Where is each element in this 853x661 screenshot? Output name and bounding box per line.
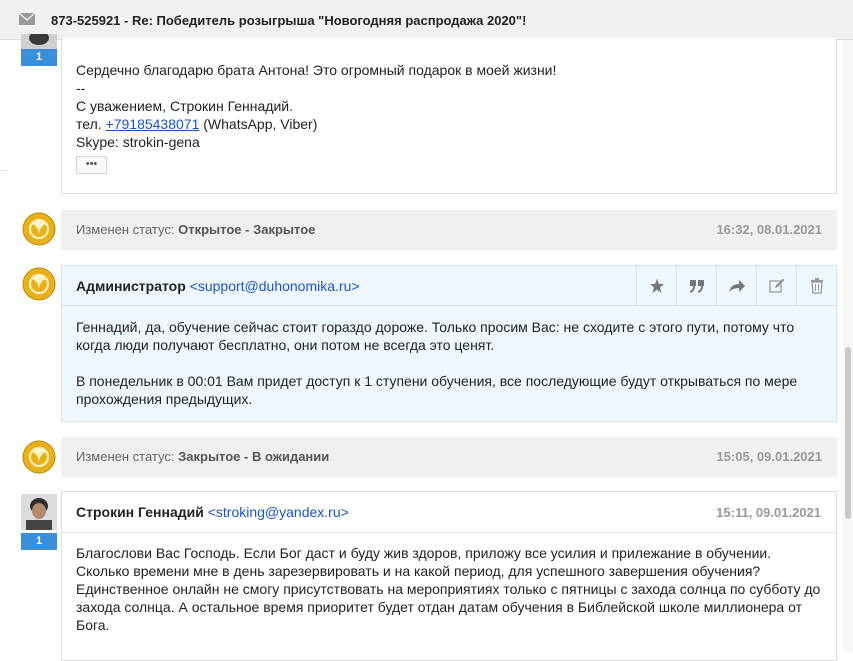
company-logo-icon [22,440,56,474]
message-toolbar [636,266,836,305]
message-line: -- [76,80,86,96]
message-body: Сердечно благодарю брата Антона! Это огр… [76,61,816,151]
message-count-badge: 1 [21,49,57,66]
message-line: Сердечно благодарю брата Антона! Это огр… [76,62,557,78]
message-header: Администратор <support@duhonomika.ru> [62,266,836,306]
message-header: Строкин Геннадий <stroking@yandex.ru> 15… [62,492,836,533]
message-author: Администратор <support@duhonomika.ru> [76,278,360,294]
forward-icon [728,279,745,292]
status-change-row: Изменен статус: Закрытое - В ожидании 15… [61,437,837,477]
status-label: Изменен статус: Открытое - Закрытое [76,222,316,237]
message-time: 15:11, 09.01.2021 [716,505,821,520]
message-count-badge: 1 [21,533,57,550]
avatar [21,34,57,49]
quote-icon [689,279,704,293]
message-author: Строкин Геннадий <stroking@yandex.ru> [76,504,349,520]
message-line: С уважением, Строкин Геннадий. [76,98,293,114]
status-value: Закрытое - В ожидании [178,449,330,464]
divider [0,170,8,171]
ticket-header: 873-525921 - Re: Победитель розыгрыша "Н… [0,0,853,40]
envelope-icon [19,13,35,25]
message-paragraph: В понедельник в 00:01 Вам придет доступ … [76,373,798,407]
company-logo-icon [22,267,56,301]
star-icon [649,278,664,293]
show-quoted-button[interactable]: ••• [76,156,107,174]
message-body: Благослови Вас Господь. Если Бог даст и … [76,545,821,633]
forward-button[interactable] [716,266,756,305]
delete-button[interactable] [796,266,836,305]
edit-icon [768,278,784,293]
favorite-button[interactable] [636,266,676,305]
author-email[interactable]: <stroking@yandex.ru> [208,504,349,520]
edit-button[interactable] [756,266,796,305]
phone-link[interactable]: +79185438071 [106,116,200,132]
trash-icon [810,277,823,294]
phone-line: тел. +79185438071 (WhatsApp, Viber) [76,115,816,133]
status-time: 16:32, 08.01.2021 [716,222,822,237]
message-body: Геннадий, да, обучение сейчас стоит гора… [76,318,824,408]
message-card: Сердечно благодарю брата Антона! Это огр… [61,38,837,194]
author-email[interactable]: <support@duhonomika.ru> [190,278,360,294]
status-change-row: Изменен статус: Открытое - Закрытое 16:3… [61,210,837,250]
status-label: Изменен статус: Закрытое - В ожидании [76,449,330,464]
message-card: Строкин Геннадий <stroking@yandex.ru> 15… [61,491,837,661]
status-time: 15:05, 09.01.2021 [716,449,822,464]
quote-button[interactable] [676,266,716,305]
avatar [21,494,57,530]
phone-suffix: (WhatsApp, Viber) [199,116,318,132]
company-logo-icon [22,212,56,246]
scrollbar-thumb[interactable] [845,347,851,519]
phone-label: тел. [76,116,106,132]
status-value: Открытое - Закрытое [178,222,316,237]
message-paragraph: Геннадий, да, обучение сейчас стоит гора… [76,319,795,353]
scrollbar[interactable] [843,40,853,652]
admin-message-card: Администратор <support@duhonomika.ru> Ге… [61,265,837,422]
ticket-subject: 873-525921 - Re: Победитель розыгрыша "Н… [51,13,527,28]
skype-line: Skype: strokin-gena [76,134,200,150]
